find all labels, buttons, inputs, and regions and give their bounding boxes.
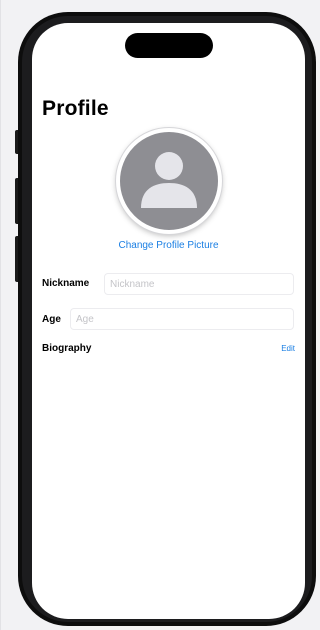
simulator-canvas: Profile Change Profile Picture Nickname … [0,0,316,630]
biography-label: Biography [42,343,92,354]
person-placeholder-icon [141,152,197,208]
age-label: Age [42,314,61,325]
phone-screen: Profile Change Profile Picture Nickname … [32,23,305,619]
change-profile-picture-button[interactable]: Change Profile Picture [32,240,305,251]
nickname-field[interactable] [104,273,294,295]
edit-biography-button[interactable]: Edit [281,344,295,353]
age-field[interactable] [70,308,294,330]
nickname-label: Nickname [42,278,90,289]
dynamic-island [125,33,213,58]
avatar[interactable] [116,128,222,234]
page-title: Profile [42,97,109,120]
